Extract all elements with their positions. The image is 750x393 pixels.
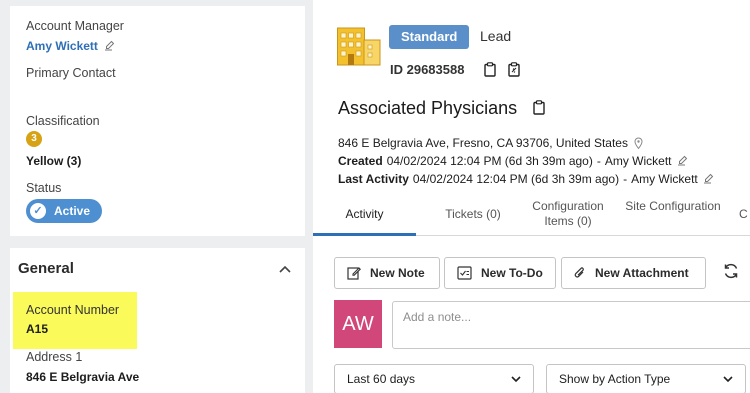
account-manager-link[interactable]: Amy Wickett [26,39,115,53]
general-section: General Account Number A15 Address 1 846… [10,248,305,393]
address-text: 846 E Belgravia Ave, Fresno, CA 93706, U… [338,136,628,150]
building-icon [337,27,381,66]
active-tab-indicator [313,233,416,236]
chevron-down-icon [511,375,521,382]
account-detail-panel: Standard Lead ID 29683588 Associated Phy… [313,0,750,393]
new-note-label: New Note [370,266,425,280]
tab-configuration-items[interactable]: Configuration Items (0) [525,199,611,229]
tab-site-configuration[interactable]: Site Configuration [623,199,723,214]
account-number-value: A15 [26,322,49,336]
account-manager-label: Account Manager [26,19,124,33]
last-activity-by[interactable]: Amy Wickett [631,172,698,186]
last-activity-value: 04/02/2024 12:04 PM (6d 3h 39m ago) [412,172,620,186]
refresh-icon[interactable] [722,262,740,280]
detail-tabs: Activity Tickets (0) Configuration Items… [313,198,750,236]
map-pin-icon[interactable] [634,137,643,149]
account-manager-name: Amy Wickett [26,39,98,53]
classification-icon: 3 [26,131,42,147]
tab-activity[interactable]: Activity [313,207,416,222]
check-icon: ✓ [30,203,46,219]
action-type-select[interactable]: Show by Action Type [546,364,746,393]
address1-value: 846 E Belgravia Ave [26,370,140,384]
date-range-value: Last 60 days [347,372,416,386]
new-attachment-button[interactable]: New Attachment [561,257,706,289]
copy-link-icon[interactable] [508,62,521,77]
last-activity-row: Last Activity 04/02/2024 12:04 PM (6d 3h… [338,172,714,186]
account-type: Lead [480,28,512,44]
address1-label: Address 1 [26,350,83,364]
new-note-button[interactable]: New Note [334,257,440,289]
chevron-up-icon[interactable] [278,264,292,274]
company-name: Associated Physicians [338,98,518,118]
company-address[interactable]: 846 E Belgravia Ave, Fresno, CA 93706, U… [338,136,643,150]
status-label: Status [26,181,62,195]
new-attachment-label: New Attachment [595,266,689,280]
edit-icon[interactable] [103,40,115,52]
standard-badge: Standard [389,25,470,49]
created-value: 04/02/2024 12:04 PM (6d 3h 39m ago) [386,154,593,168]
paperclip-icon [574,267,584,278]
account-number-label: Account Number [26,303,120,317]
new-todo-button[interactable]: New To-Do [444,257,556,289]
new-todo-label: New To-Do [481,266,543,280]
note-input[interactable]: Add a note... [392,301,750,349]
todo-icon [457,266,472,280]
created-by[interactable]: Amy Wickett [605,154,672,168]
classification-label: Classification [26,114,100,128]
chevron-down-icon [723,375,733,382]
created-row: Created 04/02/2024 12:04 PM (6d 3h 39m a… [338,154,688,168]
copy-clipboard-icon[interactable] [484,62,496,77]
account-id: ID 29683588 [390,62,465,77]
last-activity-label: Last Activity [338,172,409,186]
account-summary-card: Account Manager Amy Wickett Primary Cont… [10,6,305,236]
copy-name-icon[interactable] [533,100,545,115]
primary-contact-label: Primary Contact [26,66,116,80]
avatar: AW [334,300,382,348]
tab-overflow[interactable]: C [739,207,750,222]
status-badge[interactable]: ✓ Active [26,199,103,223]
date-range-select[interactable]: Last 60 days [334,364,534,393]
general-title: General [18,260,74,277]
classification-value: Yellow (3) [26,154,82,168]
status-value: Active [54,204,91,218]
account-number-highlight [13,292,137,349]
tab-tickets[interactable]: Tickets (0) [423,207,523,222]
edit-note-icon [347,267,361,280]
created-label: Created [338,154,383,168]
edit-icon[interactable] [676,155,688,167]
action-type-value: Show by Action Type [559,372,671,386]
edit-icon[interactable] [702,173,714,185]
